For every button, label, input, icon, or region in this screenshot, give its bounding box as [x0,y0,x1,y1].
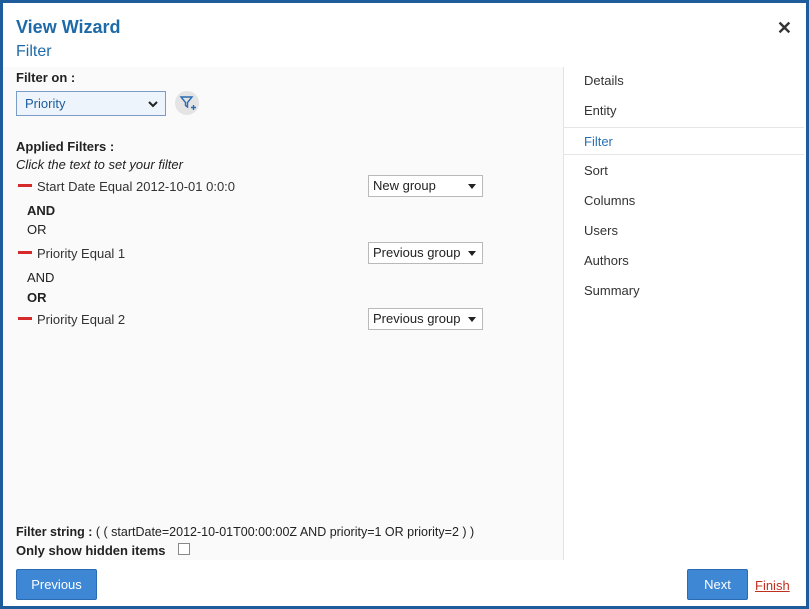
operator-and[interactable]: AND [27,203,55,218]
wizard-steps-sidebar: Details Entity Filter Sort Columns Users… [563,67,804,560]
filter-on-label: Filter on : [16,70,76,85]
group-select[interactable]: Previous group [368,242,483,264]
remove-filter-icon[interactable] [18,317,32,320]
step-details[interactable]: Details [584,73,624,88]
dropdown-arrow-icon [468,184,476,189]
group-select-value: Previous group [373,311,461,326]
filter-string-label: Filter string : [16,525,93,539]
applied-filters-hint: Click the text to set your filter [16,157,183,172]
filter-on-value: Priority [25,96,66,111]
dropdown-arrow-icon [468,317,476,322]
step-users[interactable]: Users [584,223,618,238]
hidden-items-checkbox[interactable] [178,543,190,555]
previous-button[interactable]: Previous [16,569,97,600]
dropdown-arrow-icon [468,251,476,256]
operator-and[interactable]: AND [27,270,54,285]
filter-on-select[interactable]: Priority [16,91,166,116]
filter-item-text[interactable]: Priority Equal 2 [37,312,125,327]
operator-or[interactable]: OR [27,222,47,237]
chevron-down-icon [147,96,159,119]
step-filter[interactable]: Filter [564,127,804,155]
group-select[interactable]: Previous group [368,308,483,330]
filter-item-text[interactable]: Priority Equal 1 [37,246,125,261]
group-select[interactable]: New group [368,175,483,197]
applied-filters-heading: Applied Filters : [16,139,115,154]
step-authors[interactable]: Authors [584,253,629,268]
dialog-subtitle: Filter [16,43,52,60]
step-sort[interactable]: Sort [584,163,608,178]
hidden-items-label: Only show hidden items [16,543,166,558]
finish-link[interactable]: Finish [755,578,790,593]
operator-or[interactable]: OR [27,290,47,305]
group-select-value: New group [373,178,436,193]
remove-filter-icon[interactable] [18,251,32,254]
next-button[interactable]: Next [687,569,748,600]
remove-filter-icon[interactable] [18,184,32,187]
step-columns[interactable]: Columns [584,193,635,208]
add-filter-button[interactable] [175,91,199,115]
filter-string: Filter string : ( ( startDate=2012-10-01… [16,525,474,539]
step-entity[interactable]: Entity [584,103,617,118]
filter-add-icon [179,96,196,110]
filter-string-value: ( ( startDate=2012-10-01T00:00:00Z AND p… [95,525,475,539]
step-summary[interactable]: Summary [584,283,640,298]
dialog-title: View Wizard [16,17,121,37]
close-icon[interactable]: ✕ [777,19,792,37]
filter-item-text[interactable]: Start Date Equal 2012-10-01 0:0:0 [37,179,235,194]
group-select-value: Previous group [373,245,461,260]
